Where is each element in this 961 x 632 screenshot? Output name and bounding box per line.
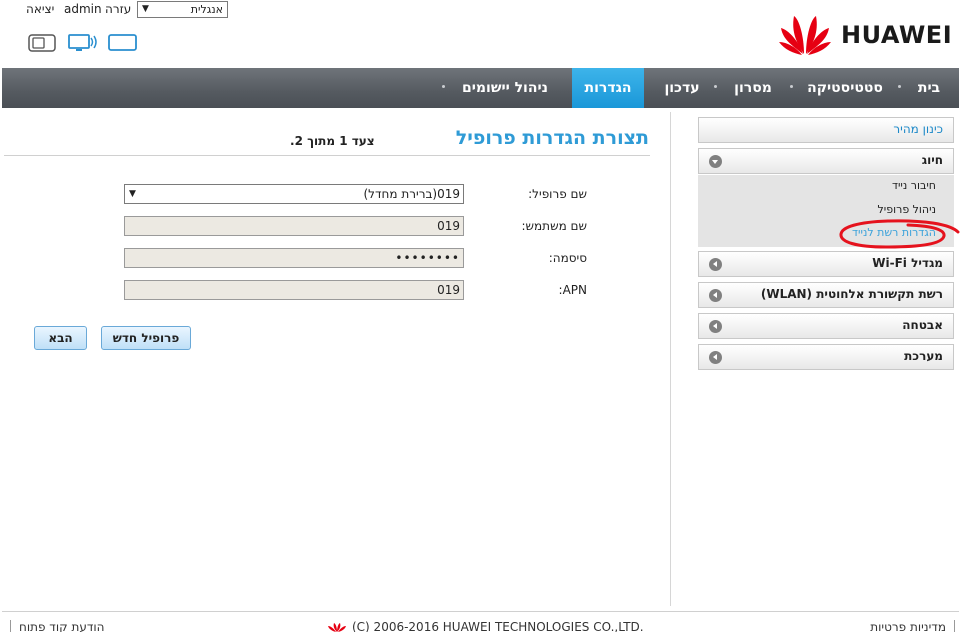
language-select[interactable]: אנגלית ▼ [137,1,228,18]
sidebar-item-system[interactable]: מערכת [698,344,954,370]
open-source-notice-link[interactable]: הודעת קוד פתוח [10,620,105,632]
privacy-policy-link[interactable]: מדיניות פרטיות [870,620,955,632]
sidebar-item-profile-management[interactable]: ניהול פרופיל [878,203,936,216]
page-title: תצורת הגדרות פרופיל [455,127,649,149]
top-header: יציאה admin עזרה אנגלית ▼ HUAWEI [0,0,961,68]
sidebar-item-label: מערכת [904,349,943,363]
huawei-small-logo-icon [328,623,346,632]
collapse-icon [709,155,722,168]
next-button[interactable]: הבא [34,326,87,350]
sim-icon[interactable] [28,33,56,53]
dropdown-arrow-icon: ▼ [129,189,136,199]
main-nav: בית סטטיסטיקה מסרון עדכון הגדרות ניהול י… [2,68,959,108]
nav-home[interactable]: בית [907,68,951,108]
profile-name-label: שם פרופיל: [528,187,587,201]
sidebar-item-wifi-extender[interactable]: מגדיל Wi-Fi [698,251,954,277]
sidebar-item-dialup[interactable]: חיוג [698,148,954,174]
new-profile-button[interactable]: פרופיל חדש [101,326,191,350]
nav-separator [898,85,901,88]
sidebar-item-label: אבטחה [902,318,943,332]
expand-icon [709,258,722,271]
sidebar-item-wlan[interactable]: רשת תקשורת אלחוטית (WLAN) [698,282,954,308]
sidebar-item-quick-setup[interactable]: כינון מהיר [698,117,954,143]
title-divider [4,155,650,156]
huawei-flower-logo [779,16,831,55]
content-divider [670,112,671,606]
nav-separator [714,85,717,88]
expand-icon [709,351,722,364]
nav-separator [790,85,793,88]
nav-apps[interactable]: ניהול יישומים [449,68,561,108]
footer-divider [2,611,959,612]
profile-name-value: 019(ברירת מחדל) [363,187,461,201]
sidebar-item-label: כינון מהיר [893,122,943,136]
apn-field[interactable]: 019 [124,280,464,300]
user-name: admin [64,2,102,16]
dropdown-arrow-icon: ▼ [142,4,149,14]
help-link[interactable]: עזרה [105,2,131,16]
username-field[interactable]: 019 [124,216,464,236]
language-value: אנגלית [190,3,223,16]
huawei-logo: HUAWEI [777,10,955,56]
computer-wifi-icon[interactable] [68,33,98,53]
nav-settings[interactable]: הגדרות [572,68,644,108]
apn-label: APN: [558,283,587,297]
step-indicator: צעד 1 מתוך 2. [290,134,375,148]
profile-name-select[interactable]: 019(ברירת מחדל) ▼ [124,184,464,204]
nav-statistics[interactable]: סטטיסטיקה [799,68,891,108]
red-circle-annotation [839,219,960,249]
sidebar-item-label: רשת תקשורת אלחוטית (WLAN) [760,287,943,301]
sidebar-item-label: מגדיל Wi-Fi [872,256,943,270]
nav-update[interactable]: עדכון [657,68,707,108]
tablet-icon[interactable] [108,33,138,53]
brand-name: HUAWEI [841,21,953,49]
username-label: שם משתמש: [521,219,587,233]
logout-link[interactable]: יציאה [26,2,54,16]
password-field[interactable]: •••••••• [124,248,464,268]
nav-sms[interactable]: מסרון [723,68,783,108]
nav-separator [442,85,445,88]
expand-icon [709,320,722,333]
sidebar-item-label: חיוג [921,153,943,167]
password-label: סיסמה: [548,251,587,265]
sidebar-item-mobile-connection[interactable]: חיבור נייד [892,179,936,192]
copyright-text: (C) 2006-2016 HUAWEI TECHNOLOGIES CO.,LT… [352,620,644,632]
expand-icon [709,289,722,302]
sidebar-item-security[interactable]: אבטחה [698,313,954,339]
